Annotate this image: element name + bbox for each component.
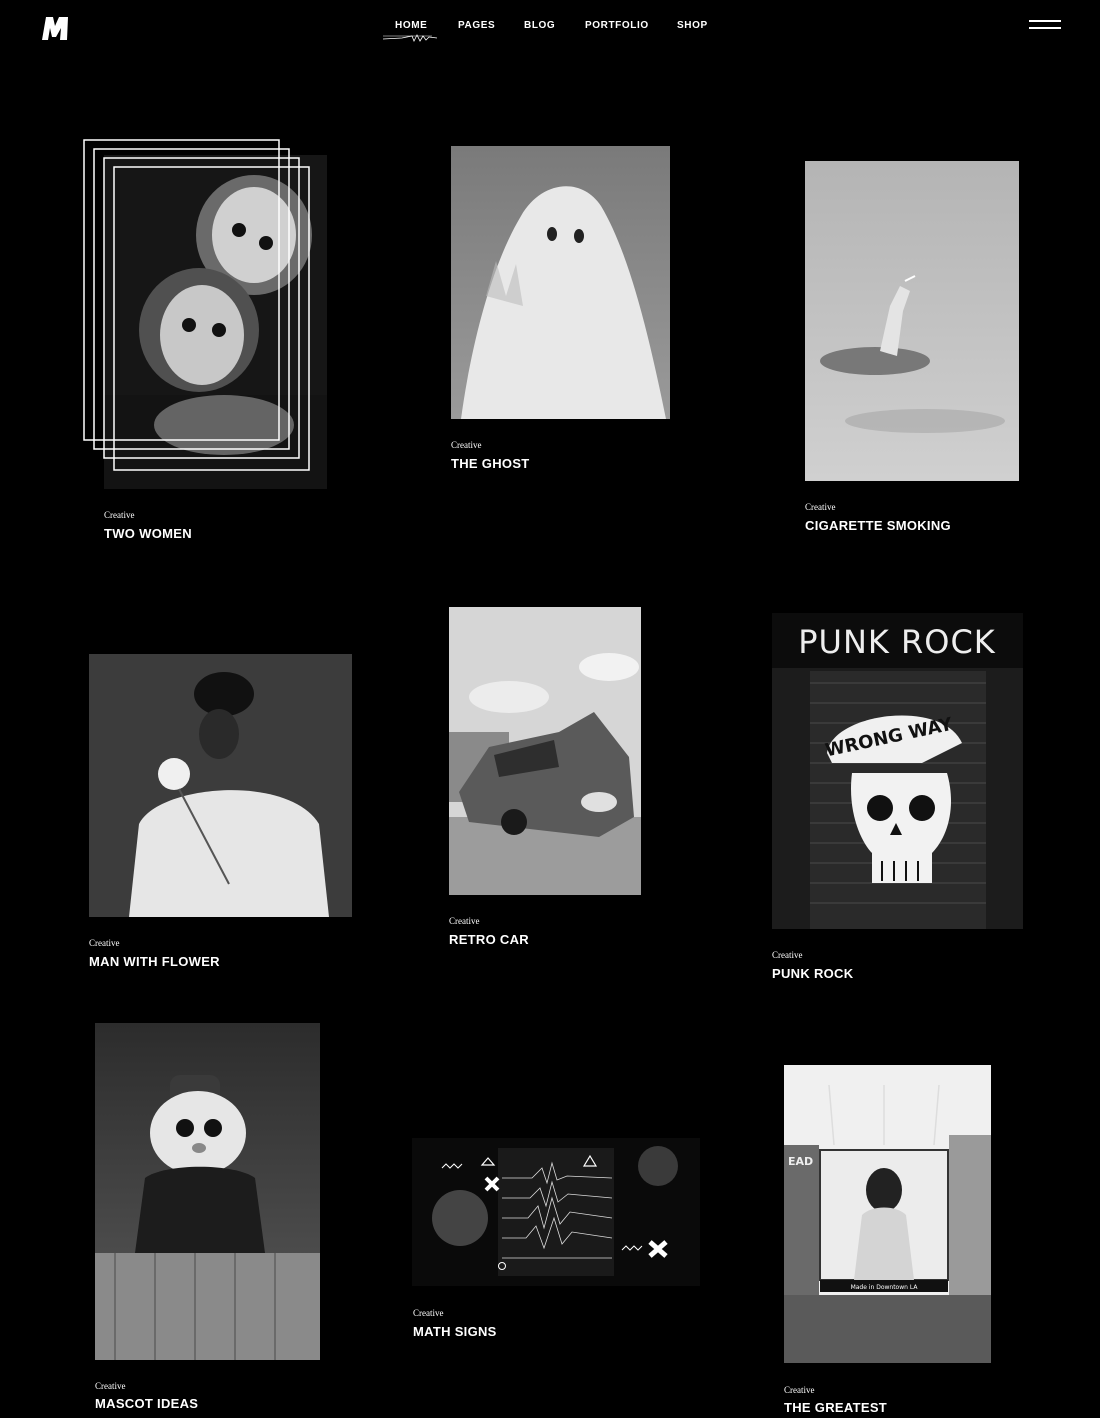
nav-home[interactable]: HOME bbox=[382, 20, 438, 42]
category-label: Creative bbox=[413, 1308, 444, 1318]
portfolio-title[interactable]: MASCOT IDEAS bbox=[95, 1396, 198, 1411]
category-label: Creative bbox=[449, 916, 480, 926]
category-label: Creative bbox=[89, 938, 120, 948]
nav-pages[interactable]: PAGES bbox=[458, 20, 495, 31]
portfolio-title[interactable]: PUNK ROCK bbox=[772, 966, 853, 981]
main-nav: HOME PAGES BLOG PORTFOLIO SHOP bbox=[0, 20, 1100, 42]
portfolio-image-cigarette-smoking[interactable] bbox=[805, 161, 1019, 481]
portfolio-title[interactable]: CIGARETTE SMOKING bbox=[805, 518, 951, 533]
portfolio-image-punk-rock[interactable]: PUNK ROCK WRONG WAY bbox=[772, 613, 1023, 929]
portfolio-image-man-with-flower[interactable] bbox=[89, 654, 352, 917]
category-label: Creative bbox=[104, 510, 135, 520]
portfolio-title[interactable]: MAN WITH FLOWER bbox=[89, 954, 220, 969]
portfolio-image-the-greatest[interactable]: Made in Downtown LA EAD bbox=[784, 1065, 991, 1363]
portfolio-image-math-signs[interactable] bbox=[412, 1138, 700, 1286]
portfolio-title[interactable]: TWO WOMEN bbox=[104, 526, 192, 541]
category-label: Creative bbox=[95, 1381, 126, 1391]
active-underline-icon bbox=[382, 34, 438, 42]
portfolio-image-two-women[interactable] bbox=[104, 155, 327, 489]
billboard-caption: Made in Downtown LA bbox=[851, 1284, 919, 1291]
portfolio-title[interactable]: MATH SIGNS bbox=[413, 1324, 497, 1339]
nav-portfolio[interactable]: PORTFOLIO bbox=[585, 20, 649, 31]
nav-home-label: HOME bbox=[395, 20, 428, 31]
billboard-side-text: EAD bbox=[788, 1155, 813, 1168]
category-label: Creative bbox=[805, 502, 836, 512]
portfolio-image-retro-car[interactable] bbox=[449, 607, 641, 895]
nav-shop[interactable]: SHOP bbox=[677, 20, 708, 31]
portfolio-title[interactable]: RETRO CAR bbox=[449, 932, 529, 947]
category-label: Creative bbox=[772, 950, 803, 960]
punk-rock-sign-text: PUNK ROCK bbox=[798, 623, 996, 661]
portfolio-image-the-ghost[interactable] bbox=[451, 146, 670, 419]
category-label: Creative bbox=[784, 1385, 815, 1395]
portfolio-title[interactable]: THE GREATEST bbox=[784, 1400, 887, 1415]
portfolio-image-mascot-ideas[interactable] bbox=[95, 1023, 320, 1360]
hamburger-menu-button[interactable] bbox=[1029, 20, 1061, 34]
portfolio-title[interactable]: THE GHOST bbox=[451, 456, 530, 471]
nav-blog[interactable]: BLOG bbox=[524, 20, 555, 31]
category-label: Creative bbox=[451, 440, 482, 450]
hamburger-icon bbox=[1029, 20, 1061, 22]
